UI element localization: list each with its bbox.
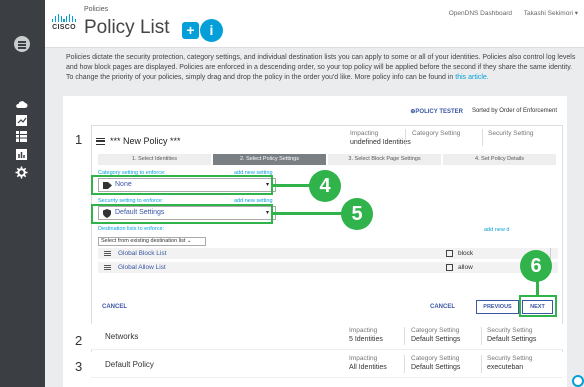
impacting-col: Impacting All Identities xyxy=(349,355,387,371)
page-title: Policy List xyxy=(84,17,170,38)
step-identities[interactable]: 1. Select Identities xyxy=(98,154,211,165)
dashboard-link[interactable]: OpenDNS Dashboard xyxy=(449,10,512,17)
highlight-security xyxy=(91,204,273,224)
callout-6: 6 xyxy=(520,250,552,282)
cisco-logo: CISCO xyxy=(52,14,76,36)
chart-icon[interactable] xyxy=(15,148,28,161)
intro-text: Policies dictate the security protection… xyxy=(66,53,576,83)
previous-button[interactable]: PREVIOUS xyxy=(476,300,519,314)
table-icon[interactable] xyxy=(15,130,28,143)
callout-4: 4 xyxy=(309,170,341,202)
step-policy-details[interactable]: 4. Set Policy Details xyxy=(443,154,556,165)
list-item: Global Block List block xyxy=(98,248,558,259)
policy-card-expanded: *** New Policy *** Impacting undefined Id… xyxy=(91,125,563,357)
sort-label: Sorted by Order of Enforcement xyxy=(471,108,557,114)
logo-text: CISCO xyxy=(52,24,76,31)
intro-body: Policies dictate the security protection… xyxy=(66,54,576,81)
section-label: Policies xyxy=(84,6,109,13)
list-item: Global Allow List allow xyxy=(98,262,558,273)
drag-menu-icon[interactable] xyxy=(96,138,105,145)
callout-line-5 xyxy=(273,212,343,215)
cloud-icon[interactable] xyxy=(15,98,28,111)
cancel-button[interactable]: CANCEL xyxy=(102,304,127,310)
dest-field-label: Destination lists to enforce: xyxy=(98,226,165,232)
gear-icon[interactable] xyxy=(15,166,28,179)
policy-row[interactable]: Networks Impacting 5 Identities Category … xyxy=(91,324,563,350)
impacting-col: Impacting undefined Identities xyxy=(350,130,411,146)
menu-icon[interactable] xyxy=(14,36,30,52)
edit-checkbox-icon[interactable] xyxy=(446,250,453,257)
security-col: Security Setting xyxy=(488,130,534,137)
list-toggle[interactable] xyxy=(550,248,558,259)
impacting-col: Impacting 5 Identities xyxy=(349,327,383,343)
user-menu[interactable]: Takashi Sekimori ▾ xyxy=(524,10,578,17)
category-col: Category Setting xyxy=(412,130,461,137)
callout-5: 5 xyxy=(341,198,373,230)
policy-number: 3 xyxy=(75,359,83,374)
info-icon[interactable]: i xyxy=(203,22,220,39)
policy-tester-link[interactable]: ⊕POLICY TESTER xyxy=(410,108,463,115)
policy-name[interactable]: *** New Policy *** xyxy=(96,136,181,146)
page-header: CISCO Policies Policy List + i OpenDNS D… xyxy=(45,0,584,48)
article-link[interactable]: this article. xyxy=(455,74,488,81)
policy-number: 2 xyxy=(75,333,83,348)
policy-name: Default Policy xyxy=(105,360,154,369)
dest-list-select[interactable]: Select from existing destination list ⌄ xyxy=(98,237,206,246)
security-col: Security Setting executeban xyxy=(487,355,533,371)
list-icon xyxy=(104,251,111,256)
step-block-page[interactable]: 3. Select Block Page Settings xyxy=(328,154,441,165)
step-policy-settings[interactable]: 2. Select Policy Settings xyxy=(213,154,326,165)
highlight-next xyxy=(519,295,557,317)
list-icon xyxy=(104,265,111,270)
highlight-category xyxy=(91,175,273,195)
sidebar xyxy=(0,0,45,387)
help-icon[interactable] xyxy=(572,375,584,387)
cancel-button-right[interactable]: CANCEL xyxy=(430,304,455,310)
policy-row[interactable]: Default Policy Impacting All Identities C… xyxy=(91,352,563,378)
report-icon[interactable] xyxy=(15,114,28,127)
add-destination-link[interactable]: add new d xyxy=(484,227,509,233)
wizard-steps: 1. Select Identities 2. Select Policy Se… xyxy=(98,154,558,165)
category-col: Category Setting Default Settings xyxy=(411,327,461,343)
edit-checkbox-icon[interactable] xyxy=(446,264,453,271)
policy-panel: ⊕POLICY TESTER Sorted by Order of Enforc… xyxy=(63,96,567,387)
callout-line-4 xyxy=(273,184,313,187)
header-links: OpenDNS Dashboard Takashi Sekimori ▾ xyxy=(439,9,578,17)
policy-number: 1 xyxy=(75,132,83,147)
security-col: Security Setting Default Settings xyxy=(487,327,537,343)
add-policy-button[interactable]: + xyxy=(182,22,199,39)
policy-name: Networks xyxy=(105,332,139,341)
category-col: Category Setting Default Settings xyxy=(411,355,461,371)
